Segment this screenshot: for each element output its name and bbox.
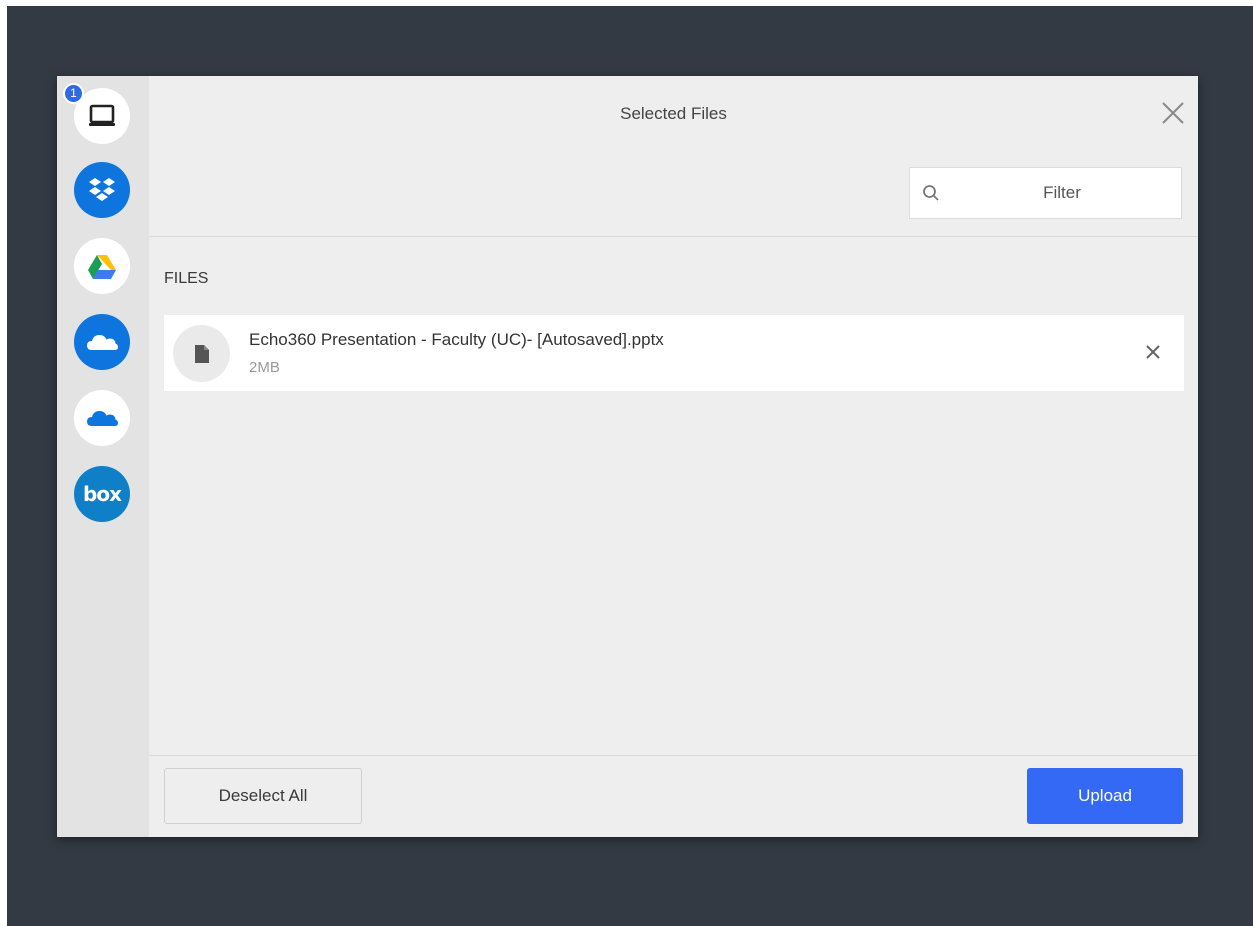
source-box[interactable]: box: [74, 466, 130, 522]
remove-file-button[interactable]: [1144, 343, 1162, 361]
google-drive-icon: [88, 255, 116, 279]
files-section-label: FILES: [164, 270, 209, 287]
source-onedrive[interactable]: [74, 390, 130, 446]
remove-icon: [1146, 345, 1160, 359]
filter-field: [909, 167, 1182, 219]
dialog-title: Selected Files: [620, 104, 727, 123]
upload-button[interactable]: Upload: [1027, 768, 1183, 824]
onedrive-icon: [87, 411, 118, 426]
header-divider: [149, 236, 1198, 237]
file-list-item: Echo360 Presentation - Faculty (UC)- [Au…: [164, 315, 1184, 391]
file-size: 2MB: [249, 359, 280, 376]
source-google-drive[interactable]: [74, 238, 130, 294]
dropbox-icon: [89, 178, 115, 201]
file-icon: [194, 344, 209, 363]
selected-count-badge: 1: [63, 83, 84, 104]
file-name: Echo360 Presentation - Faculty (UC)- [Au…: [249, 330, 664, 349]
filter-input[interactable]: [954, 168, 1170, 218]
source-onedrive-business[interactable]: [74, 314, 130, 370]
source-dropbox[interactable]: [74, 162, 130, 218]
close-dialog-button[interactable]: [1160, 100, 1186, 126]
file-thumbnail: [173, 325, 230, 382]
laptop-icon: [89, 104, 115, 126]
footer-divider: [149, 755, 1198, 756]
box-icon: box: [83, 482, 122, 506]
deselect-all-button[interactable]: Deselect All: [164, 768, 362, 824]
source-sidebar: 1 box: [57, 76, 149, 837]
search-icon: [923, 185, 939, 201]
close-icon: [1162, 102, 1184, 124]
selected-files-panel: Selected Files FILES Echo360 P: [149, 76, 1198, 837]
onedrive-business-icon: [87, 335, 118, 350]
file-picker-dialog: 1 box Selected Files Filter FILES Echo36…: [57, 76, 1198, 837]
